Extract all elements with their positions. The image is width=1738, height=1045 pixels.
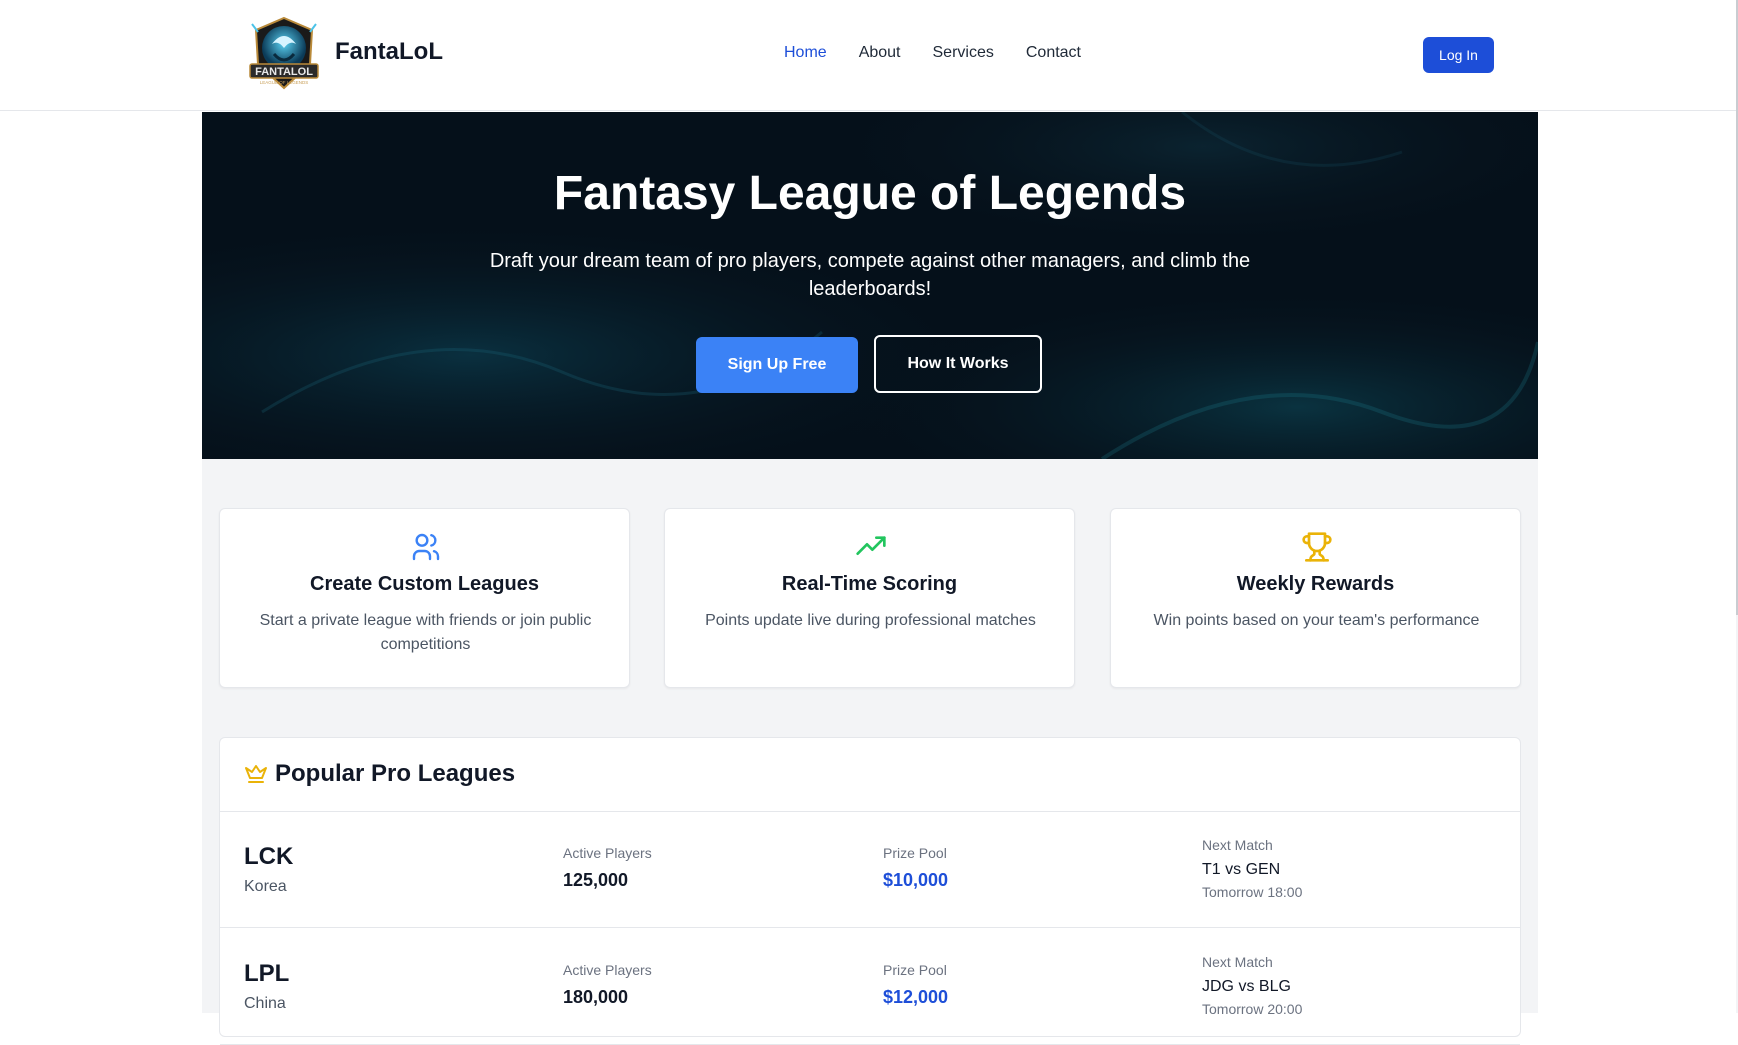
sign-up-button[interactable]: Sign Up Free [696, 337, 858, 393]
players-label: Active Players [563, 845, 652, 861]
league-region: China [244, 995, 286, 1012]
feature-description: Points update live during professional m… [705, 612, 1036, 629]
login-button[interactable]: Log In [1423, 37, 1494, 73]
nav-contact[interactable]: Contact [1026, 44, 1081, 62]
feature-title: Real-Time Scoring [781, 573, 958, 595]
svg-text:FANTALOL: FANTALOL [255, 66, 313, 78]
league-code: LPL [244, 960, 290, 987]
players-label: Active Players [563, 962, 652, 978]
brand-name[interactable]: FantaLoL [335, 38, 443, 66]
feature-card-custom-leagues: Create Custom Leagues Start a private le… [219, 508, 630, 688]
users-icon [412, 533, 440, 561]
feature-description: Win points based on your team's performa… [1153, 612, 1480, 629]
svg-text:LEAGUE OF LEGENDS: LEAGUE OF LEGENDS [260, 80, 309, 85]
league-region: Korea [244, 878, 287, 895]
crown-icon [245, 765, 267, 783]
feature-card-real-time-scoring: Real-Time Scoring Points update live dur… [664, 508, 1075, 688]
nav-home[interactable]: Home [784, 44, 827, 62]
hero-section: Fantasy League of Legends Draft your dre… [202, 112, 1538, 459]
league-code: LCK [244, 843, 294, 870]
panel-header: Popular Pro Leagues [220, 738, 1520, 812]
nav-about[interactable]: About [859, 44, 901, 62]
league-row-lck[interactable]: LCK Korea Active Players 125,000 Prize P… [220, 811, 1520, 928]
next-match-value: JDG vs BLG [1202, 978, 1291, 995]
league-row-lpl[interactable]: LPL China Active Players 180,000 Prize P… [220, 928, 1520, 1045]
players-value: 125,000 [563, 870, 629, 890]
feature-title: Create Custom Leagues [310, 573, 539, 595]
trending-up-icon [856, 536, 886, 555]
fantalol-logo[interactable]: FANTALOL LEAGUE OF LEGENDS [244, 14, 324, 94]
nav-services[interactable]: Services [933, 44, 994, 62]
hero-title: Fantasy League of Legends [553, 167, 1187, 220]
next-match-value: T1 vs GEN [1202, 861, 1281, 878]
players-value: 180,000 [563, 987, 629, 1007]
prize-value: $12,000 [883, 987, 949, 1007]
next-match-time: Tomorrow 18:00 [1202, 884, 1303, 900]
site-header: FANTALOL LEAGUE OF LEGENDS FantaLoL Home… [0, 0, 1738, 111]
trophy-icon [1302, 532, 1332, 562]
next-match-label: Next Match [1202, 837, 1273, 853]
feature-card-weekly-rewards: Weekly Rewards Win points based on your … [1110, 508, 1521, 688]
feature-description: Start a private league with friends or j… [259, 612, 592, 653]
next-match-time: Tomorrow 20:00 [1202, 1001, 1303, 1017]
next-match-label: Next Match [1202, 954, 1273, 970]
hero-subtitle: Draft your dream team of pro players, co… [489, 250, 1251, 300]
prize-value: $10,000 [883, 870, 949, 890]
prize-label: Prize Pool [883, 845, 947, 861]
popular-leagues-panel: Popular Pro Leagues LCK Korea Active Pla… [219, 737, 1521, 1045]
prize-label: Prize Pool [883, 962, 947, 978]
feature-title: Weekly Rewards [1236, 573, 1395, 595]
how-it-works-button[interactable]: How It Works [874, 335, 1042, 393]
main-content: Create Custom Leagues Start a private le… [202, 459, 1538, 1045]
main-nav: Home About Services Contact [784, 44, 1113, 62]
panel-title: Popular Pro Leagues [275, 760, 516, 787]
